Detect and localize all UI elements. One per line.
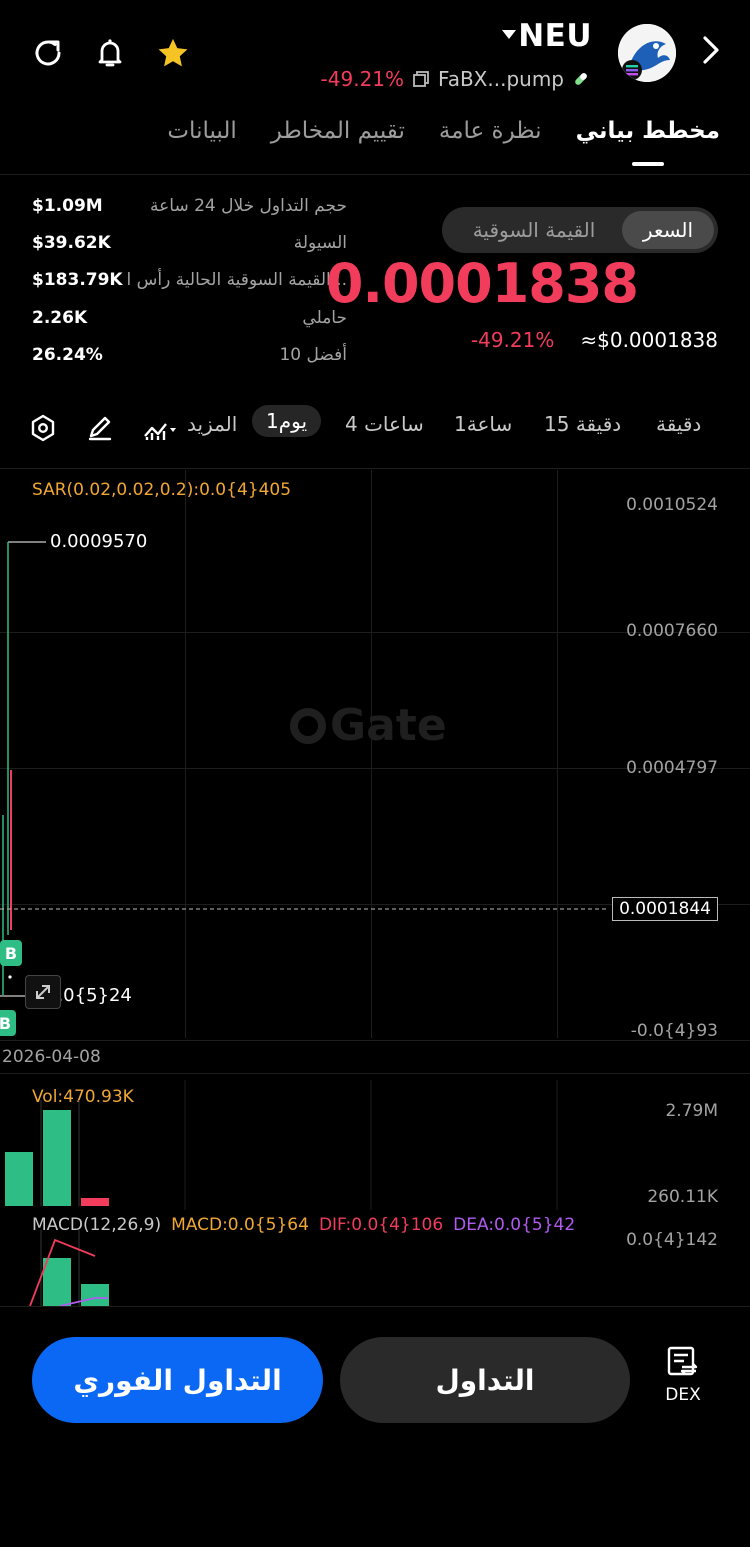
stat-row: $1.09M حجم التداول خلال 24 ساعة xyxy=(32,191,347,221)
stat-value: $39.62K xyxy=(32,233,111,253)
instant-trade-button[interactable]: التداول الفوري xyxy=(32,1337,323,1423)
divider xyxy=(0,1306,750,1307)
toggle-market-cap[interactable]: القيمة السوقية xyxy=(446,211,622,249)
dex-icon xyxy=(666,1345,700,1381)
bell-icon[interactable] xyxy=(92,35,128,71)
token-avatar xyxy=(618,24,676,82)
ticker-dropdown-icon[interactable] xyxy=(502,30,516,39)
current-price: 0.0001838 xyxy=(325,252,639,315)
stat-row: $183.79K القيمة السوقية الحالية رأس ا... xyxy=(32,265,347,295)
sar-dot xyxy=(8,975,12,979)
stat-label: أفضل 10 xyxy=(279,345,347,365)
price-subline: -49.21% ≈$0.0001838 xyxy=(471,328,718,352)
stat-value: $1.09M xyxy=(32,196,103,216)
token-ticker[interactable]: NEU xyxy=(518,18,592,54)
tab-chart[interactable]: مخطط بياني xyxy=(576,118,720,144)
buy-marker[interactable]: B xyxy=(0,940,22,966)
macd-bar xyxy=(43,1258,71,1306)
tf-4h[interactable]: 4 ساعات xyxy=(345,412,424,436)
contract-address[interactable]: FaBX...pump xyxy=(438,67,564,91)
stat-value: 2.26K xyxy=(32,308,88,328)
tab-risk[interactable]: تقييم المخاطر xyxy=(271,118,405,144)
pen-icon[interactable] xyxy=(86,414,114,446)
stat-value: $183.79K xyxy=(32,270,123,290)
volume-bar xyxy=(5,1152,33,1206)
stat-row: 2.26K حاملي xyxy=(32,303,347,333)
indicators-icon[interactable] xyxy=(142,414,178,446)
stat-label: القيمة السوقية الحالية رأس ا... xyxy=(126,270,347,290)
trade-button[interactable]: التداول xyxy=(340,1337,630,1423)
refresh-icon[interactable] xyxy=(30,35,66,71)
current-price-tag: 0.0001844 xyxy=(612,897,718,921)
tf-more[interactable]: المزيد xyxy=(187,412,237,436)
copy-icon[interactable] xyxy=(412,70,430,88)
dex-button[interactable]: DEX xyxy=(660,1345,706,1405)
pill-icon xyxy=(572,70,590,88)
tf-1h[interactable]: 1ساعة xyxy=(454,412,512,436)
tab-data[interactable]: البيانات xyxy=(167,118,236,144)
settings-icon[interactable] xyxy=(30,414,56,446)
volume-bars-svg xyxy=(5,1080,558,1210)
timeframe-toolbar: المزيد 1يوم 4 ساعات 1ساعة 15 دقيقة دقيقة xyxy=(0,402,750,454)
candles-svg xyxy=(0,541,608,997)
tf-1d[interactable]: 1يوم xyxy=(252,405,322,437)
divider xyxy=(0,174,750,175)
price-change: -49.21% xyxy=(470,328,555,352)
stat-label: حجم التداول خلال 24 ساعة xyxy=(150,196,347,216)
toggle-price[interactable]: السعر xyxy=(622,211,714,249)
grid-line xyxy=(0,1073,750,1074)
x-axis-date: 2026-04-08 xyxy=(2,1047,101,1067)
volume-bar xyxy=(43,1110,71,1206)
macd-bar xyxy=(81,1284,109,1306)
max-price-label: 0.0009570 xyxy=(50,531,148,552)
token-subline: -49.21% FaBX...pump xyxy=(321,64,590,94)
expand-icon[interactable] xyxy=(25,975,61,1009)
star-icon[interactable] xyxy=(155,35,191,71)
divider xyxy=(0,468,750,469)
stat-value: 26.24% xyxy=(32,345,103,365)
price-mode-toggle: السعر القيمة السوقية xyxy=(442,207,718,253)
stat-row: $39.62K السيولة xyxy=(32,228,347,258)
tf-15m[interactable]: 15 دقيقة xyxy=(544,412,621,436)
chevron-right-icon[interactable] xyxy=(700,34,722,70)
header-change-pct: -49.21% xyxy=(320,67,405,91)
dex-label: DEX xyxy=(665,1385,701,1405)
main-tabs: مخطط بياني نظرة عامة تقييم المخاطر البيا… xyxy=(167,118,720,144)
usd-price: ≈$0.0001838 xyxy=(580,328,718,352)
stat-label: السيولة xyxy=(293,233,347,253)
tf-1m[interactable]: دقيقة xyxy=(656,412,701,436)
tab-overview[interactable]: نظرة عامة xyxy=(439,118,542,144)
macd-bars-svg xyxy=(29,1230,109,1306)
buy-marker[interactable]: B xyxy=(0,1010,16,1036)
stat-row: 26.24% أفضل 10 xyxy=(32,340,347,370)
volume-bar xyxy=(81,1198,109,1206)
